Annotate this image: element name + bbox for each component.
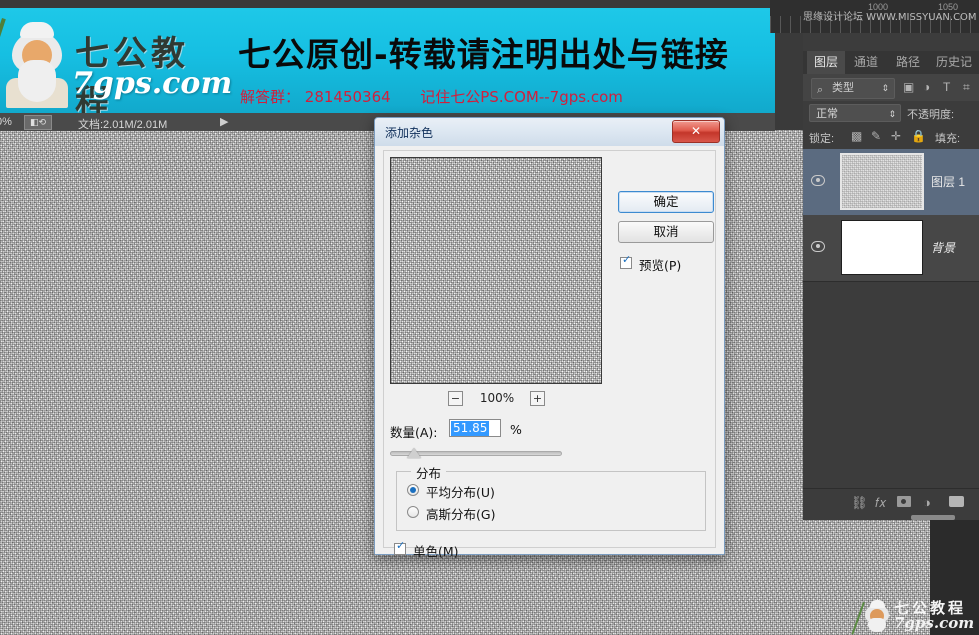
brush-lock-icon[interactable]: ✎ [871, 129, 881, 143]
image-filter-icon[interactable]: ▣ [903, 80, 914, 94]
radio-uniform-label: 平均分布(U) [426, 485, 495, 500]
dialog-content-frame: − 100% + 数量(A): 51.85 % 分布 平均分布(U) 高斯分布(… [383, 150, 716, 559]
adjustment-filter-icon[interactable]: ◑ [923, 80, 930, 94]
amount-unit: % [510, 422, 522, 437]
panel-tab-bar: 图层 通道 路径 历史记录 [803, 51, 979, 92]
lock-label: 锁定: [809, 133, 835, 145]
tab-channels[interactable]: 通道 [847, 51, 885, 74]
slider-thumb[interactable] [407, 448, 421, 458]
forum-watermark-text: 思缘设计论坛 WWW.MISSYUAN.COM [803, 12, 977, 23]
layer-filter-type-label: 类型 [832, 82, 854, 94]
status-expand-arrow-icon[interactable]: ▶ [220, 115, 228, 128]
link-icon[interactable]: ⛓ [851, 495, 868, 511]
dialog-titlebar[interactable]: 添加杂色 ✕ [375, 118, 724, 147]
mascot-beard [18, 60, 56, 102]
zoom-out-button[interactable]: − [448, 391, 463, 406]
preview-zoom-controls: − 100% + [390, 391, 602, 411]
radio-selected-dot [410, 487, 416, 493]
distribution-legend: 分布 [411, 463, 447, 482]
layer-name[interactable]: 图层 1 [931, 173, 965, 190]
transparency-lock-icon[interactable]: ▩ [851, 129, 862, 143]
tab-history[interactable]: 历史记录 [929, 51, 979, 92]
layer-thumbnail[interactable] [840, 153, 924, 210]
checkmark-icon: ✓ [622, 253, 632, 266]
layers-panel-toolbar: ⛓ 𝑓𝑥 ◑ [803, 488, 979, 515]
shape-filter-icon[interactable]: ⌗ [963, 80, 970, 95]
amount-value: 51.85 [451, 421, 490, 436]
fx-icon[interactable]: 𝑓𝑥 [875, 495, 886, 511]
layer-visibility-toggle[interactable] [811, 241, 825, 253]
mask-icon-dot [901, 499, 906, 504]
preview-label: 预览(P) [639, 258, 682, 273]
layer-filter-bar: ⌕ 类型 ⇕ ▣ ◑ T ⌗ [803, 74, 979, 102]
bamboo-stick-icon [0, 18, 6, 113]
eye-pupil [816, 178, 820, 182]
horizontal-ruler: 1000 1050 思缘设计论坛 WWW.MISSYUAN.COM [770, 0, 979, 33]
dialog-title: 添加杂色 [385, 126, 434, 140]
layer-name[interactable]: 背景 [931, 239, 955, 256]
close-icon[interactable]: ✕ [672, 120, 720, 143]
ok-button[interactable]: 确定 [618, 191, 714, 213]
table-row[interactable]: 背景 [803, 215, 979, 282]
distribution-group: 分布 平均分布(U) 高斯分布(G) [396, 463, 706, 531]
monochrome-label: 单色(M) [413, 544, 459, 559]
group-folder-icon[interactable] [949, 496, 964, 507]
document-size-label: 文档:2.01M/2.01M [78, 119, 168, 131]
banner-headline: 七公原创-转载请注明出处与链接 [238, 35, 729, 74]
layer-visibility-toggle[interactable] [811, 175, 825, 187]
zoom-in-button[interactable]: + [530, 391, 545, 406]
mascot-illustration-small [851, 600, 892, 635]
chevron-updown-icon: ⇕ [881, 83, 889, 93]
mascot-beard [868, 618, 886, 632]
blend-mode-row: 正常 ⇕ 不透明度: [803, 101, 979, 125]
fill-label: 填充: [935, 133, 961, 145]
corner-watermark: 七公教程 7gps.com [851, 596, 975, 635]
banner-qq-group: 281450364 [304, 88, 391, 106]
radio-gaussian-label: 高斯分布(G) [426, 507, 496, 522]
search-icon: ⌕ [817, 84, 824, 96]
banner-logo-block: 七公教程 7gps.com [0, 8, 232, 113]
panel-scrollbar[interactable] [911, 515, 955, 520]
blend-mode-value: 正常 [816, 108, 838, 120]
amount-slider[interactable] [390, 448, 562, 458]
opacity-label: 不透明度: [907, 109, 955, 121]
text-filter-icon[interactable]: T [943, 80, 950, 94]
dialog-body: − 100% + 数量(A): 51.85 % 分布 平均分布(U) 高斯分布(… [375, 146, 724, 559]
mascot-hat [20, 22, 54, 38]
tutorial-banner: 七公教程 7gps.com 七公原创-转载请注明出处与链接 解答群： 28145… [0, 8, 775, 115]
move-lock-icon[interactable]: ✛ [891, 129, 901, 143]
layer-filter-type-select[interactable]: ⌕ 类型 ⇕ [811, 78, 895, 99]
layer-thumbnail-noise [842, 155, 922, 208]
noise-preview[interactable] [390, 157, 602, 384]
adjustment-icon[interactable]: ◑ [923, 495, 931, 510]
eye-pupil [816, 244, 820, 248]
layer-thumbnail[interactable] [841, 220, 923, 275]
document-icon[interactable]: ◧⟲ [24, 115, 52, 130]
zoom-level-field[interactable]: 0% [0, 116, 12, 128]
all-lock-icon[interactable]: 🔒 [911, 129, 926, 143]
tab-paths[interactable]: 路径 [889, 51, 927, 74]
banner-site-note: 记住七公PS.COM--7gps.com [420, 88, 623, 106]
amount-label: 数量(A): [390, 425, 438, 440]
mascot-hat [870, 600, 885, 608]
table-row[interactable]: 图层 1 [803, 149, 979, 216]
blend-mode-select[interactable]: 正常 ⇕ [809, 104, 901, 122]
banner-subline: 解答群： 281450364 记住七公PS.COM--7gps.com [240, 86, 623, 107]
add-noise-dialog: 添加杂色 ✕ − 100% + 数量(A): 51.85 % 分布 平均分布(U… [374, 117, 725, 559]
preview-zoom-level: 100% [479, 391, 515, 405]
amount-input[interactable]: 51.85 [449, 419, 501, 437]
mascot-illustration [0, 18, 74, 113]
banner-group-prefix: 解答群： [240, 88, 301, 106]
cancel-button[interactable]: 取消 [618, 221, 714, 243]
lock-row: 锁定: ▩ ✎ ✛ 🔒 填充: [803, 125, 979, 149]
layers-panel: 图层 通道 路径 历史记录 ⌕ 类型 ⇕ ▣ ◑ T ⌗ 正常 ⇕ 不透明度: … [803, 33, 979, 520]
chevron-updown-icon: ⇕ [888, 109, 896, 119]
banner-logo-domain: 7gps.com [72, 66, 233, 101]
radio-circle-icon [407, 506, 419, 518]
watermark-domain: 7gps.com [894, 614, 975, 632]
checkmark-icon: ✓ [396, 539, 406, 552]
tab-layers[interactable]: 图层 [807, 51, 846, 74]
amount-row: 数量(A): 51.85 % [390, 419, 710, 441]
